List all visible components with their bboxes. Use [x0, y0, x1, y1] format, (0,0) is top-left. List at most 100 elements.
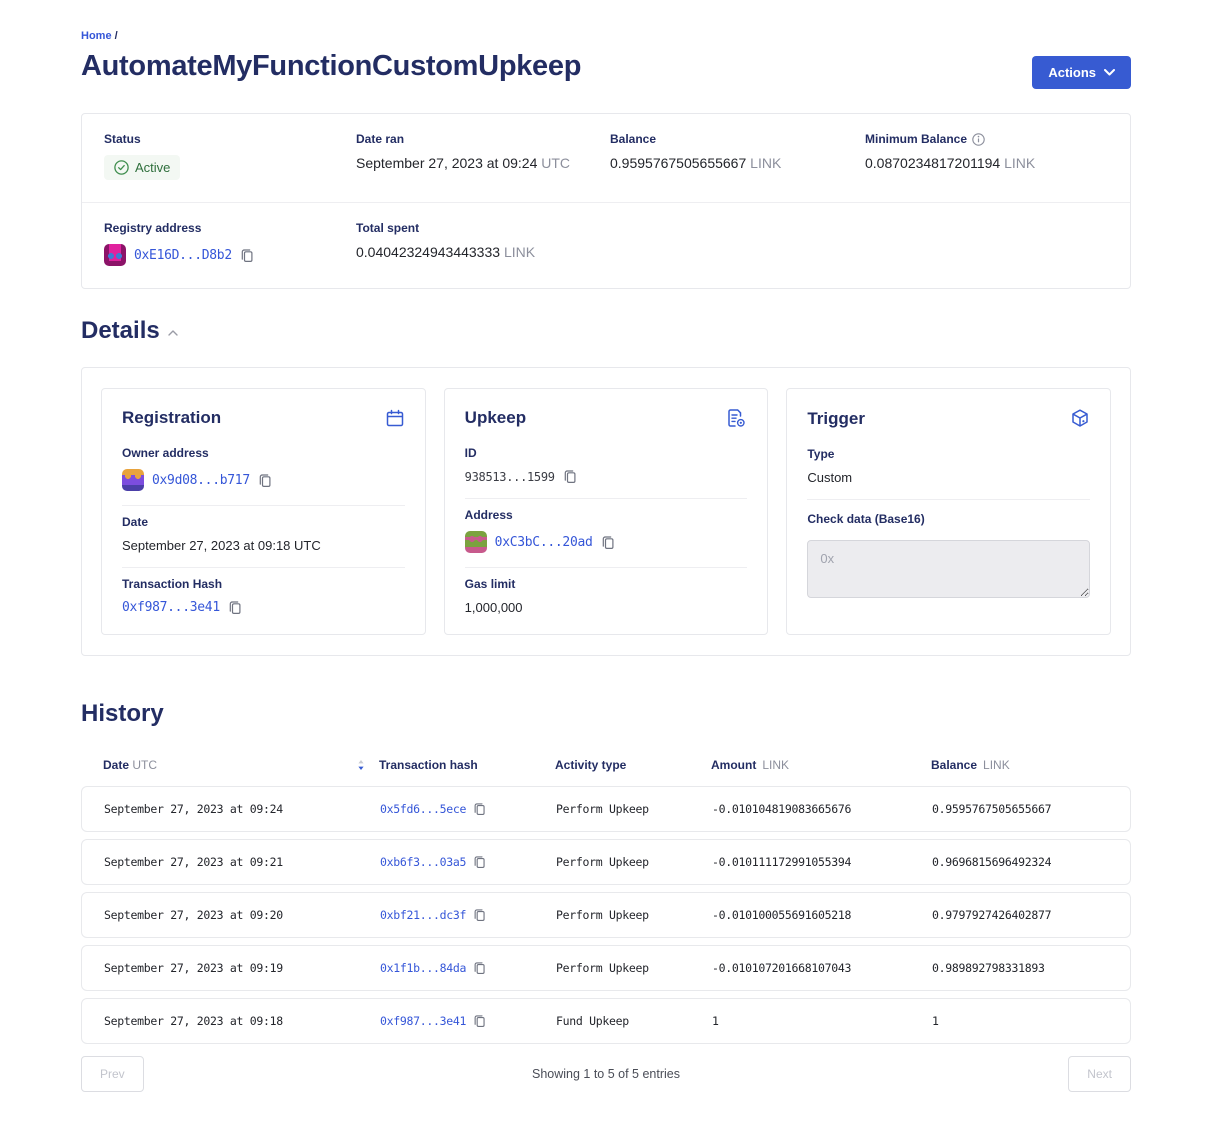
next-button[interactable]: Next — [1068, 1056, 1131, 1092]
identicon-avatar — [465, 531, 487, 553]
upkeep-address-field: Address 0xC3bC...20ad — [465, 498, 748, 567]
upkeep-card: Upkeep ID 938513...1599 Address 0x — [444, 388, 769, 635]
row-balance: 1 — [932, 1014, 1108, 1028]
registration-date-field: Date September 27, 2023 at 09:18 UTC — [122, 505, 405, 567]
copy-icon[interactable] — [601, 535, 615, 550]
pagination-summary: Showing 1 to 5 of 5 entries — [532, 1067, 680, 1081]
breadcrumb: Home/ — [81, 30, 1131, 42]
row-tx-hash-link[interactable]: 0xbf21...dc3f — [380, 908, 466, 922]
row-date: September 27, 2023 at 09:21 — [104, 855, 380, 869]
row-amount: -0.010104819083665676 — [712, 802, 932, 816]
date-column-suffix: UTC — [132, 758, 157, 772]
actions-button[interactable]: Actions — [1032, 56, 1131, 89]
registration-card: Registration Owner address 0x9d08...b717… — [101, 388, 426, 635]
row-activity-type: Perform Upkeep — [556, 855, 712, 869]
gas-limit-field: Gas limit 1,000,000 — [465, 567, 748, 615]
history-heading-text: History — [81, 700, 164, 728]
row-date: September 27, 2023 at 09:20 — [104, 908, 380, 922]
breadcrumb-home-link[interactable]: Home — [81, 30, 112, 42]
check-data-label: Check data (Base16) — [807, 512, 1090, 526]
summary-card: Status Active Date ran September 27, 202… — [81, 113, 1131, 289]
registration-date-value: September 27, 2023 at 09:18 UTC — [122, 538, 405, 553]
sort-icon[interactable] — [357, 759, 365, 771]
min-balance-label: Minimum Balance — [865, 132, 967, 146]
transaction-hash-link[interactable]: 0xf987...3e41 — [122, 600, 220, 615]
min-balance-unit: LINK — [1004, 155, 1035, 171]
row-tx-hash-link[interactable]: 0x5fd6...5ece — [380, 802, 466, 816]
row-balance: 0.9797927426402877 — [932, 908, 1108, 922]
transaction-hash-field: Transaction Hash 0xf987...3e41 — [122, 567, 405, 615]
registry-address-link[interactable]: 0xE16D...D8b2 — [134, 248, 232, 263]
upkeep-title: Upkeep — [465, 408, 526, 428]
amount-column-label: Amount — [711, 758, 756, 772]
cube-icon — [1070, 408, 1090, 429]
row-tx-hash-link[interactable]: 0x1f1b...84da — [380, 961, 466, 975]
total-spent-value: 0.04042324943443333 — [356, 244, 500, 260]
copy-icon[interactable] — [473, 855, 486, 869]
upkeep-address-link[interactable]: 0xC3bC...20ad — [495, 535, 593, 550]
amount-column-suffix: LINK — [762, 758, 789, 772]
copy-icon[interactable] — [240, 248, 254, 263]
balance-column-label: Balance — [931, 758, 977, 772]
copy-icon[interactable] — [563, 469, 577, 484]
date-ran-timezone: UTC — [541, 155, 570, 171]
date-ran-value: September 27, 2023 at 09:24 — [356, 155, 537, 171]
copy-icon[interactable] — [473, 908, 486, 922]
trigger-type-value: Custom — [807, 470, 1090, 485]
trigger-title: Trigger — [807, 409, 865, 429]
row-balance: 0.989892798331893 — [932, 961, 1108, 975]
copy-icon[interactable] — [473, 1014, 486, 1028]
row-balance: 0.9595767505655667 — [932, 802, 1108, 816]
row-amount: -0.010111172991055394 — [712, 855, 932, 869]
info-icon[interactable] — [972, 133, 985, 146]
status-label: Status — [104, 132, 356, 146]
copy-icon[interactable] — [258, 473, 272, 488]
date-ran-label: Date ran — [356, 132, 610, 146]
identicon-avatar — [104, 244, 126, 266]
breadcrumb-separator: / — [115, 30, 118, 42]
collapse-caret-icon[interactable] — [168, 330, 178, 336]
row-amount: -0.010100055691605218 — [712, 908, 932, 922]
title-row: AutomateMyFunctionCustomUpkeep Actions — [81, 50, 1131, 89]
row-tx-hash-link[interactable]: 0xf987...3e41 — [380, 1014, 466, 1028]
column-header-date[interactable]: Date UTC — [103, 758, 379, 772]
history-table-header: Date UTC Transaction hash Activity type … — [81, 758, 1131, 772]
row-activity-type: Perform Upkeep — [556, 961, 712, 975]
gas-limit-value: 1,000,000 — [465, 600, 748, 615]
copy-icon[interactable] — [473, 802, 486, 816]
row-tx-hash-link[interactable]: 0xb6f3...03a5 — [380, 855, 466, 869]
activity-column-label: Activity type — [555, 758, 626, 772]
date-column-label: Date — [103, 758, 129, 772]
owner-address-label: Owner address — [122, 446, 405, 460]
row-date: September 27, 2023 at 09:19 — [104, 961, 380, 975]
min-balance-value: 0.0870234817201194 — [865, 155, 1000, 171]
owner-address-link[interactable]: 0x9d08...b717 — [152, 473, 250, 488]
actions-button-label: Actions — [1048, 65, 1096, 80]
copy-icon[interactable] — [228, 600, 242, 615]
prev-button[interactable]: Prev — [81, 1056, 144, 1092]
trigger-card: Trigger Type Custom Check data (Base16) — [786, 388, 1111, 635]
column-header-amount[interactable]: Amount LINK — [711, 758, 931, 772]
column-header-tx-hash[interactable]: Transaction hash — [379, 758, 555, 772]
column-header-activity[interactable]: Activity type — [555, 758, 711, 772]
registry-address-field: Registry address 0xE16D...D8b2 — [104, 221, 356, 266]
total-spent-label: Total spent — [356, 221, 610, 235]
balance-unit: LINK — [750, 155, 781, 171]
gas-limit-label: Gas limit — [465, 577, 748, 591]
table-row: September 27, 2023 at 09:19 0x1f1b...84d… — [81, 945, 1131, 991]
status-field: Status Active — [104, 132, 356, 180]
pagination: Prev Showing 1 to 5 of 5 entries Next — [81, 1056, 1131, 1092]
table-row: September 27, 2023 at 09:18 0xf987...3e4… — [81, 998, 1131, 1044]
history-heading: History — [81, 700, 1131, 728]
copy-icon[interactable] — [473, 961, 486, 975]
row-balance: 0.9696815696492324 — [932, 855, 1108, 869]
upkeep-id-field: ID 938513...1599 — [465, 446, 748, 498]
row-amount: -0.010107201668107043 — [712, 961, 932, 975]
column-header-balance[interactable]: BalanceLINK — [931, 758, 1109, 772]
check-data-textarea[interactable] — [807, 540, 1090, 598]
upkeep-id-label: ID — [465, 446, 748, 460]
row-amount: 1 — [712, 1014, 932, 1028]
upkeep-detail-page: Home/ AutomateMyFunctionCustomUpkeep Act… — [81, 0, 1131, 1092]
details-heading: Details — [81, 317, 1131, 345]
status-badge-text: Active — [135, 160, 170, 175]
